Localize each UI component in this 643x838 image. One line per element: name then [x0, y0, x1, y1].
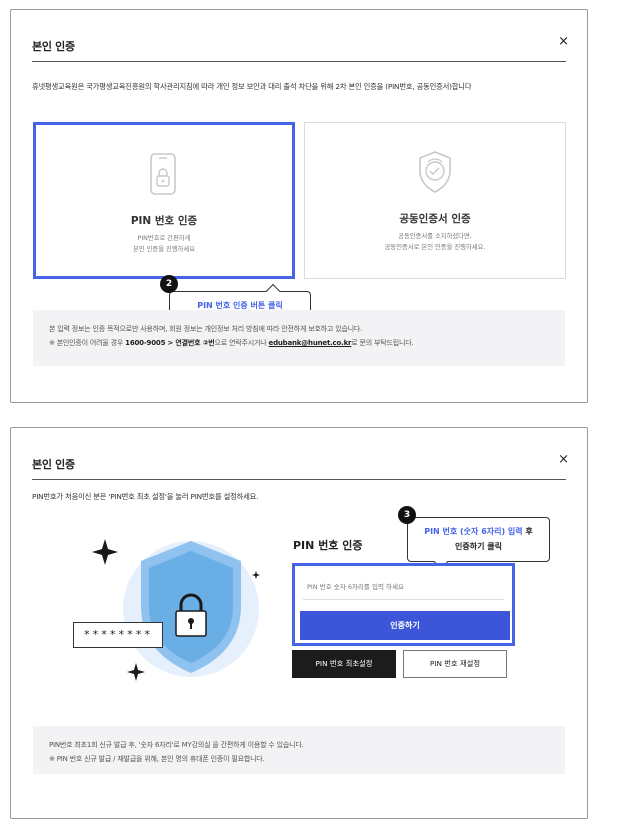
- pin-first-setup-button[interactable]: PIN 번호 최초설정: [292, 650, 396, 678]
- certificate-auth-card[interactable]: 공동인증서 인증 공동인증서를 소지하셨다면, 공동인증서로 본인 인증을 진행…: [304, 122, 566, 279]
- pin-auth-card[interactable]: PIN 번호 인증 PIN번호로 간편하게 본인 인증을 진행하세요: [33, 122, 295, 279]
- shield-certificate-icon: [415, 149, 455, 199]
- close-icon[interactable]: ×: [558, 34, 569, 49]
- pin-input-group: 인증하기: [292, 563, 515, 646]
- card-subtitle: PIN번호로 간편하게 본인 인증을 진행하세요: [36, 233, 292, 255]
- dialog-description: 휴넷평생교육원은 국가평생교육진흥원의 학사관리지침에 따라 개인 정보 보안과…: [32, 82, 472, 91]
- card-subtitle-line1: PIN번호로 간편하게: [137, 235, 191, 242]
- tooltip-arrow: [265, 283, 281, 299]
- card-subtitle-line2: 본인 인증을 진행하세요: [133, 246, 195, 253]
- pin-input[interactable]: [303, 574, 504, 600]
- tooltip-text: 후: [522, 527, 533, 536]
- card-subtitle-line2: 공동인증서로 본인 인증을 진행하세요.: [384, 244, 486, 251]
- card-subtitle-line1: 공동인증서를 소지하셨다면,: [398, 233, 472, 240]
- divider: [32, 61, 566, 62]
- note-line2: ※ PIN 번호 신규 발급 / 재발급을 위해, 본인 명의 휴대폰 인증이 …: [49, 755, 265, 763]
- tooltip-highlight: PIN 번호 (숫자 6자리) 입력: [424, 527, 523, 536]
- step-badge: 3: [398, 506, 416, 524]
- card-title: PIN 번호 인증: [130, 215, 198, 227]
- verify-button[interactable]: 인증하기: [300, 611, 510, 640]
- phone-lock-icon: [146, 151, 182, 201]
- card-title: 공동인증서 인증: [399, 213, 471, 225]
- note-line2: ※ 본인인증이 어려울 경우 1600-9005 > 연결번호 ②번으로 연락주…: [49, 336, 549, 350]
- note-text: ※ 본인인증이 어려울 경우: [49, 339, 126, 347]
- note-line1: PIN번호 최초1회 신규 발급 후, '숫자 6자리'로 MY강의실 을 간편…: [49, 741, 304, 749]
- password-mask: ********: [73, 622, 163, 648]
- dialog-title: 본인 인증: [32, 458, 75, 471]
- auth-dialog-pin: 본인 인증 × PIN번호가 처음이신 분은 'PIN번호 최초 설정'을 눌러…: [10, 427, 588, 819]
- phone-number: 1600-9005 > 연결번호 ②번: [125, 339, 215, 347]
- info-note: PIN번호 최초1회 신규 발급 후, '숫자 6자리'로 MY강의실 을 간편…: [33, 726, 565, 774]
- shield-lock-illustration: ********: [61, 531, 271, 691]
- auth-dialog-method: 본인 인증 × 휴넷평생교육원은 국가평생교육진흥원의 학사관리지침에 따라 개…: [10, 9, 588, 403]
- step-tooltip: PIN 번호 (숫자 6자리) 입력 후 인증하기 클릭: [407, 517, 550, 570]
- card-subtitle: 공동인증서를 소지하셨다면, 공동인증서로 본인 인증을 진행하세요.: [305, 231, 565, 253]
- pin-auth-title: PIN 번호 인증: [293, 539, 363, 552]
- close-icon[interactable]: ×: [558, 452, 569, 467]
- info-note: 본 입력 정보는 인증 목적으로만 사용하며, 회원 정보는 개인정보 처리 방…: [33, 310, 565, 366]
- tooltip-line1: PIN 번호 (숫자 6자리) 입력 후: [408, 526, 549, 537]
- note-text: 로 문의 부탁드립니다.: [351, 339, 414, 347]
- dialog-description: PIN번호가 처음이신 분은 'PIN번호 최초 설정'을 눌러 PIN번호를 …: [32, 492, 259, 501]
- step-badge: 2: [160, 275, 178, 293]
- note-text: 으로 연락주시거나: [214, 339, 269, 347]
- divider: [32, 479, 566, 480]
- note-line1: 본 입력 정보는 인증 목적으로만 사용하며, 회원 정보는 개인정보 처리 방…: [49, 325, 363, 333]
- tooltip-line2: 인증하기 클릭: [455, 542, 502, 551]
- dialog-title: 본인 인증: [32, 40, 75, 53]
- email-link[interactable]: edubank@hunet.co.kr: [269, 339, 352, 347]
- pin-reset-button[interactable]: PIN 번호 재설정: [403, 650, 507, 678]
